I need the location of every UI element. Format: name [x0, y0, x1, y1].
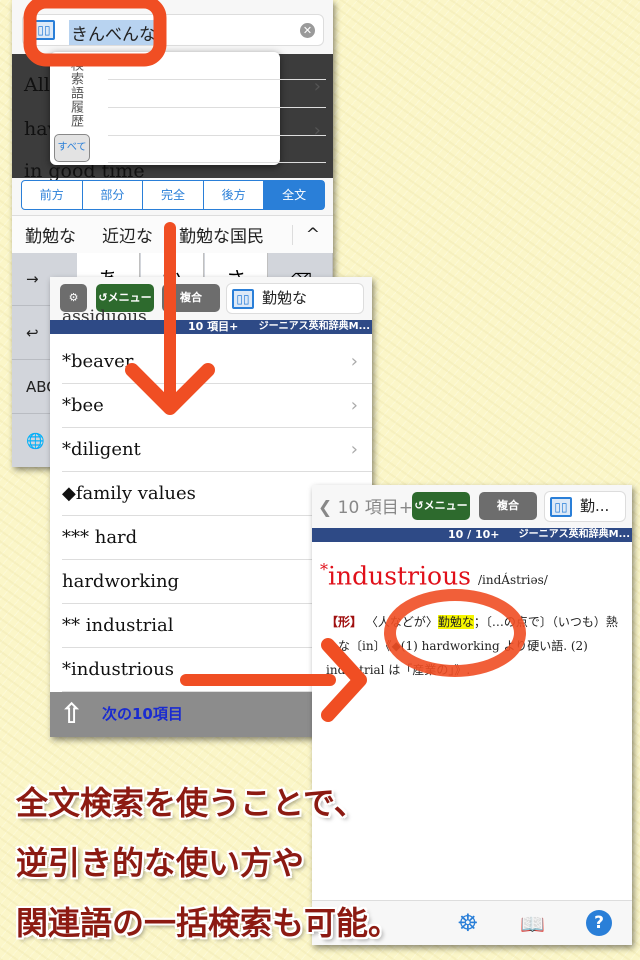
list-item-label: *bee — [62, 395, 104, 416]
definition: 【形】 〈人などが〉勤勉な；〔…の点で〕（いつも）熱心な〔in〕《◆(1) ha… — [326, 615, 618, 677]
list-item[interactable]: *beaver › — [62, 340, 372, 384]
query-box[interactable]: ▯▯ 勤... — [544, 491, 626, 522]
result-count: 10 項目+ — [188, 320, 239, 333]
chevron-right-icon: › — [350, 439, 358, 460]
caption-line: 逆引き的な使い方や — [16, 844, 305, 882]
suggestion-bar: 勤勉な 近辺な 勤勉な国民 ^ — [12, 215, 333, 253]
caption-line: 関連語の一括検索も可能。 — [16, 904, 401, 942]
query-box[interactable]: ▯▯ 勤勉な — [226, 283, 364, 314]
list-item[interactable]: All — [24, 74, 50, 96]
list-item-label: hardworking — [62, 571, 180, 592]
list-item[interactable]: *diligent › — [62, 428, 372, 472]
list-item-label: *beaver — [62, 351, 134, 372]
list-item-label: *diligent — [62, 439, 141, 460]
query-text: 勤... — [580, 497, 610, 515]
list-item-label: *industrious — [62, 659, 174, 680]
dictionary-name: ジーニアス英和辞典M... — [518, 529, 630, 540]
segment-prefix[interactable]: 前方 — [22, 181, 83, 209]
segment-fulltext[interactable]: 全文 — [264, 181, 324, 209]
book-icon[interactable]: ▯▯ — [33, 20, 55, 40]
toolbar: ❮ 10 項目+ ↺メニュー 複合 ▯▯ 勤... — [312, 485, 632, 528]
segment-suffix[interactable]: 後方 — [204, 181, 265, 209]
list-item-label: *** hard — [62, 527, 138, 548]
suggestion[interactable]: 近辺な — [89, 222, 166, 247]
status-bar: 10 / 10+ ジーニアス英和辞典M... — [312, 528, 632, 542]
segment-partial[interactable]: 部分 — [83, 181, 144, 209]
search-field[interactable]: ▯▯ きんべんな ✕ — [22, 14, 324, 46]
book-icon: ▯▯ — [550, 496, 572, 517]
query-text: 勤勉な — [262, 289, 308, 307]
chevron-right-icon: › — [350, 351, 358, 372]
combined-search-button[interactable]: 複合 — [479, 492, 537, 520]
expand-icon[interactable]: ^ — [291, 224, 333, 245]
suggestion[interactable]: 勤勉な国民 — [166, 222, 277, 247]
pronunciation: /indÁstriəs/ — [478, 573, 548, 587]
help-icon[interactable]: ? — [586, 910, 612, 936]
status-bar: 10 項目+ ジーニアス英和辞典M... — [50, 320, 372, 334]
history-all-button[interactable]: すべて — [54, 134, 90, 162]
combined-search-button[interactable]: 複合 — [162, 284, 220, 312]
caption-line: 全文検索を使うことで、 — [16, 784, 366, 822]
chevron-right-icon: › — [350, 395, 358, 416]
suggestion[interactable]: 勤勉な — [12, 222, 89, 247]
dictionary-name: ジーニアス英和辞典M... — [258, 321, 370, 332]
chevron-right-icon: › — [313, 120, 321, 141]
history-label: 検索語履歴 — [68, 58, 83, 128]
book-icon: ▯▯ — [232, 288, 254, 309]
menu-button[interactable]: ↺メニュー — [412, 492, 470, 520]
entry-position: 10 / 10+ — [448, 528, 500, 541]
history-popup: 検索語履歴 すべて — [50, 52, 326, 165]
list-item-label: ◆family values — [62, 483, 196, 504]
arrow-up-icon: ⇧ — [60, 697, 84, 730]
segment-exact[interactable]: 完全 — [143, 181, 204, 209]
entry-screen: ❮ 10 項目+ ↺メニュー 複合 ▯▯ 勤... 10 / 10+ ジーニアス英… — [312, 485, 632, 945]
clear-icon[interactable]: ✕ — [300, 23, 315, 38]
book-add-icon[interactable]: 📖 — [520, 912, 545, 936]
list-item[interactable]: *bee › — [62, 384, 372, 428]
helm-icon[interactable]: ☸ — [457, 909, 479, 937]
search-input[interactable]: きんべんな — [69, 20, 158, 45]
list-item-label: ** industrial — [62, 615, 174, 636]
headword: *industrious — [320, 560, 472, 591]
search-mode-segment: 前方 部分 完全 後方 全文 — [21, 180, 325, 210]
back-button[interactable]: ❮ 10 項目+ — [318, 493, 413, 518]
